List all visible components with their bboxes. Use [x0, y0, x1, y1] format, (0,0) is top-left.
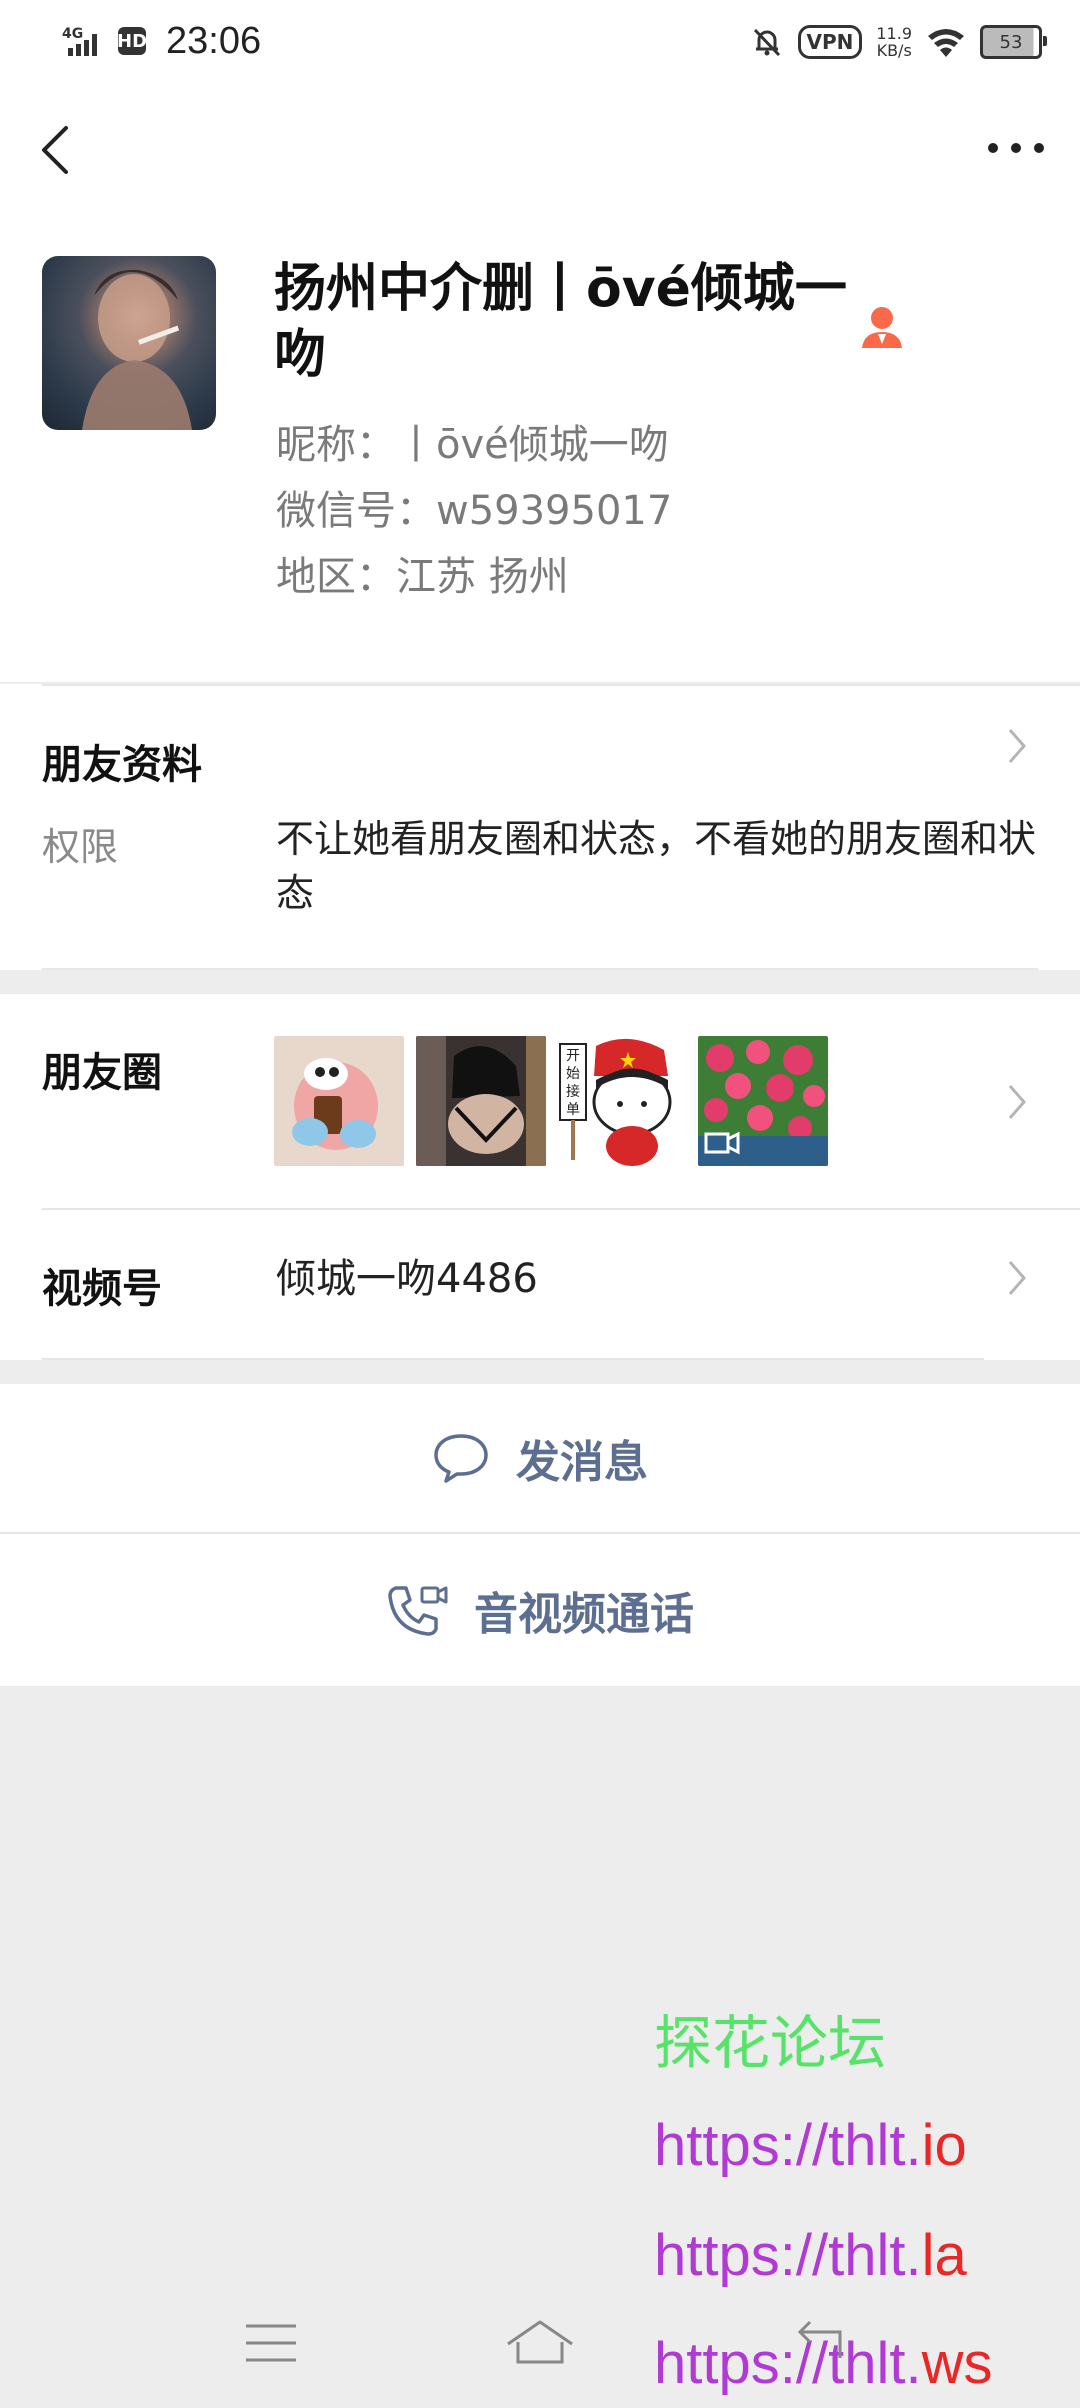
- phone-video-icon: [388, 1586, 448, 1636]
- moments-thumb-1[interactable]: [274, 1036, 404, 1166]
- status-right: VPN 11.9 KB/s 53: [750, 18, 1047, 66]
- moments-thumb-roses[interactable]: [698, 1036, 828, 1166]
- watermark-url-suffix: ws: [921, 2331, 993, 2396]
- divider: [42, 1358, 984, 1360]
- watermark-url-prefix: https://thlt.: [654, 2331, 922, 2396]
- avatar-image: [82, 269, 192, 430]
- chevron-right-icon: [1008, 1085, 1026, 1119]
- channels-label: 视频号: [42, 1266, 162, 1312]
- avatar[interactable]: [42, 256, 216, 430]
- svg-text:始: 始: [566, 1066, 580, 1082]
- moments-thumb-2[interactable]: [416, 1036, 546, 1166]
- channels-row[interactable]: 视频号 倾城一吻4486: [0, 1210, 1080, 1360]
- watermark-url-prefix: https://thlt.: [654, 2223, 922, 2288]
- menu-icon[interactable]: [244, 2322, 298, 2364]
- home-icon[interactable]: [504, 2318, 576, 2366]
- watermark-url-1: https://thlt.io: [654, 2112, 967, 2179]
- signal-icon: 4G: [62, 26, 97, 56]
- divider: [42, 968, 1038, 970]
- vpn-badge: VPN: [797, 25, 863, 59]
- watermark-url-2: https://thlt.la: [654, 2222, 967, 2289]
- more-dot: [1011, 143, 1021, 153]
- nickname: 昵称：丨ōvé倾城一吻: [276, 422, 669, 468]
- svg-text:开: 开: [566, 1048, 580, 1064]
- mute-bell-icon: [753, 28, 780, 57]
- voice-video-call-button[interactable]: 音视频通话: [0, 1534, 1080, 1686]
- svg-text:接: 接: [566, 1083, 580, 1100]
- region: 地区：江苏 扬州: [276, 554, 569, 600]
- more-dot: [1034, 143, 1044, 153]
- watermark-url-suffix: io: [921, 2113, 967, 2178]
- hd-icon: HD: [117, 27, 147, 55]
- profile-header: 扬州中介删丨ōvé倾城一吻 昵称：丨ōvé倾城一吻 微信号：w59395017 …: [0, 216, 1080, 682]
- net-speed-unit: KB/s: [876, 41, 912, 60]
- more-options-icon[interactable]: [988, 136, 1044, 160]
- svg-text:单: 单: [566, 1102, 580, 1118]
- chat-bubble-icon: [434, 1434, 488, 1483]
- status-left: 4G HD 23:06: [62, 16, 261, 66]
- net-speed: 11.9 KB/s: [876, 25, 912, 59]
- back-icon[interactable]: [36, 124, 76, 176]
- display-name: 扬州中介删丨ōvé倾城一吻: [274, 259, 847, 385]
- channels-value: 倾城一吻4486: [276, 1256, 538, 1302]
- send-message-button[interactable]: 发消息: [0, 1384, 1080, 1532]
- battery-icon: 53: [980, 25, 1047, 59]
- send-message-label: 发消息: [516, 1437, 648, 1488]
- moments-row[interactable]: 朋友圈 开 始 接 单: [0, 994, 1080, 1210]
- voice-video-call-label: 音视频通话: [474, 1589, 694, 1640]
- watermark-url-prefix: https://thlt.: [654, 2113, 922, 2178]
- status-time: 23:06: [166, 19, 262, 62]
- svg-text:4G: 4G: [62, 26, 83, 42]
- chevron-right-icon: [1008, 729, 1026, 763]
- moments-channels-section: 朋友圈 开 始 接 单 视频号 倾城一吻4486: [0, 994, 1080, 1360]
- net-speed-value: 11.9: [876, 24, 912, 43]
- status-bar: 4G HD 23:06 VPN 11.9 KB/s 53: [0, 0, 1080, 84]
- divider: [42, 684, 1080, 686]
- wifi-icon: [928, 29, 964, 57]
- action-buttons: 发消息 音视频通话: [0, 1384, 1080, 1686]
- permission-value: 不让她看朋友圈和状态，不看她的朋友圈和状态: [276, 817, 1037, 915]
- watermark-forum-name: 探花论坛: [654, 2011, 887, 2076]
- contact-person-icon: [862, 307, 902, 348]
- nav-bar: [0, 84, 1080, 216]
- friend-profile-title: 朋友资料: [42, 742, 202, 788]
- more-dot: [988, 143, 998, 153]
- permission-label: 权限: [42, 825, 119, 869]
- back-nav-icon[interactable]: [792, 2318, 852, 2362]
- watermark-url-suffix: la: [921, 2223, 967, 2288]
- moments-label: 朋友圈: [42, 1050, 162, 1096]
- friend-profile-section[interactable]: 朋友资料 权限 不让她看朋友圈和状态，不看她的朋友圈和状态: [0, 684, 1080, 970]
- moments-thumb-sticker[interactable]: 开 始 接 单: [556, 1036, 686, 1166]
- chevron-right-icon: [1008, 1261, 1026, 1295]
- wechat-id: 微信号：w59395017: [276, 488, 673, 534]
